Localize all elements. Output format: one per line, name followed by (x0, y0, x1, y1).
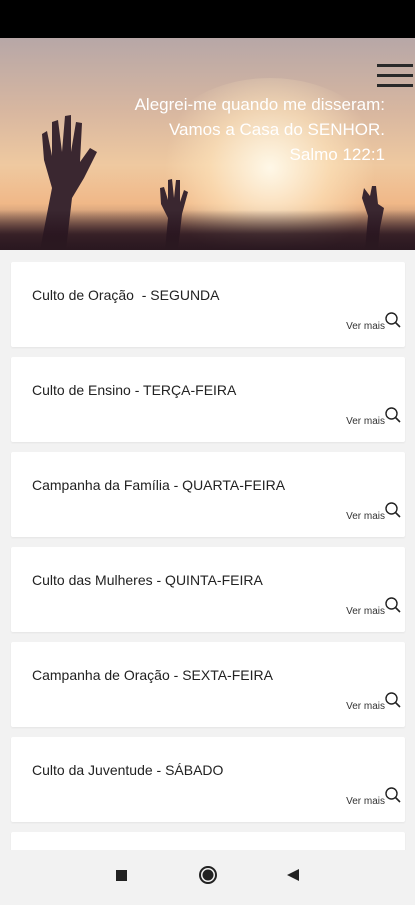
magnifier-icon[interactable] (384, 691, 402, 709)
system-nav-bar (0, 850, 415, 900)
see-more-link[interactable]: Ver mais (346, 606, 385, 617)
verse-line-1: Alegrei-me quando me disseram: (134, 95, 385, 114)
service-card[interactable]: Culto de Ensino - TERÇA-FEIRA Ver mais (11, 357, 405, 442)
see-more-link[interactable]: Ver mais (346, 511, 385, 522)
status-bar (0, 0, 415, 38)
service-title: Culto da Juventude - SÁBADO (32, 762, 224, 778)
service-title: Campanha da Família - QUARTA-FEIRA (32, 477, 286, 493)
magnifier-icon[interactable] (384, 406, 402, 424)
see-more-link[interactable]: Ver mais (346, 796, 385, 807)
service-card[interactable]: Campanha da Família - QUARTA-FEIRA Ver m… (11, 452, 405, 537)
verse-line-2: Vamos a Casa do SENHOR. (168, 120, 385, 139)
service-card[interactable]: Culto de Oração - SEGUNDA Ver mais (11, 262, 405, 347)
service-title: Culto de Oração - SEGUNDA (32, 287, 220, 303)
service-card[interactable]: Campanha de Oração - SEXTA-FEIRA Ver mai… (11, 642, 405, 727)
service-title: Culto das Mulheres - QUINTA-FEIRA (32, 572, 263, 588)
verse-reference: Salmo 122:1 (289, 145, 385, 164)
see-more-link[interactable]: Ver mais (346, 701, 385, 712)
recents-button[interactable] (97, 850, 147, 900)
magnifier-icon[interactable] (384, 786, 402, 804)
back-button[interactable] (268, 850, 318, 900)
crowd-silhouette (0, 210, 415, 250)
bible-verse: Alegrei-me quando me disseram: Vamos a C… (135, 92, 385, 167)
menu-button[interactable] (373, 60, 415, 92)
hero-banner: Alegrei-me quando me disseram: Vamos a C… (0, 38, 415, 250)
triangle-back-icon (287, 869, 299, 881)
service-title: Culto de Ensino - TERÇA-FEIRA (32, 382, 237, 398)
hamburger-menu-line (377, 84, 413, 87)
hamburger-menu-line (377, 74, 413, 77)
home-button[interactable] (183, 850, 233, 900)
service-card[interactable]: Culto da Juventude - SÁBADO Ver mais (11, 737, 405, 822)
service-title: Campanha de Oração - SEXTA-FEIRA (32, 667, 273, 683)
magnifier-icon[interactable] (384, 311, 402, 329)
magnifier-icon[interactable] (384, 596, 402, 614)
square-recents-icon (116, 870, 127, 881)
see-more-link[interactable]: Ver mais (346, 321, 385, 332)
service-list: Culto de Oração - SEGUNDA Ver mais Culto… (11, 262, 405, 872)
hamburger-menu-icon (377, 64, 413, 67)
magnifier-icon[interactable] (384, 501, 402, 519)
service-card[interactable]: Culto das Mulheres - QUINTA-FEIRA Ver ma… (11, 547, 405, 632)
see-more-link[interactable]: Ver mais (346, 416, 385, 427)
circle-home-icon (199, 866, 217, 884)
